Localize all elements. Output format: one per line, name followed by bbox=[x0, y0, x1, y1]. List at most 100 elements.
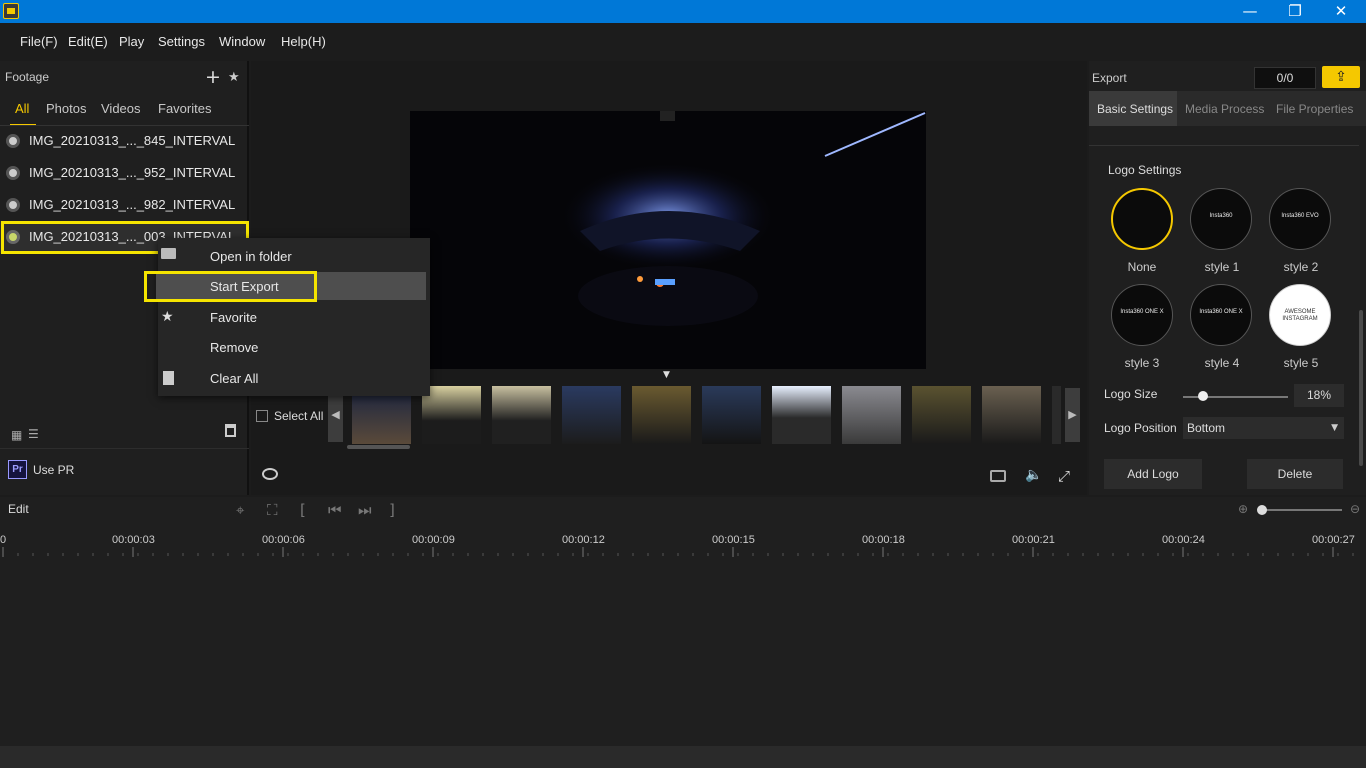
divider bbox=[1089, 145, 1359, 146]
file-row[interactable]: IMG_20210313_..._982_INTERVAL bbox=[0, 189, 249, 221]
highlight-box bbox=[144, 271, 317, 302]
tab-videos[interactable]: Videos bbox=[101, 101, 141, 116]
tick-label: 00:00:21 bbox=[1012, 534, 1055, 546]
focus-icon[interactable]: ⛶ bbox=[267, 501, 278, 519]
tab-file-properties[interactable]: File Properties bbox=[1276, 102, 1353, 116]
file-name: IMG_20210313_..._982_INTERVAL bbox=[29, 197, 236, 212]
add-logo-button[interactable]: Add Logo bbox=[1104, 459, 1202, 489]
thumbnail[interactable] bbox=[982, 386, 1041, 444]
export-title: Export bbox=[1092, 71, 1127, 85]
tab-media-process[interactable]: Media Process bbox=[1185, 102, 1264, 116]
logo-position-select[interactable]: Bottom ▼ bbox=[1183, 417, 1344, 439]
add-favorite-icon[interactable]: ★ bbox=[228, 70, 242, 85]
thumbnail[interactable] bbox=[842, 386, 901, 444]
planet-view-icon[interactable] bbox=[262, 468, 278, 480]
close-button[interactable]: ✕ bbox=[1318, 0, 1364, 23]
menu-help[interactable]: Help(H) bbox=[281, 34, 326, 49]
tab-photos[interactable]: Photos bbox=[46, 101, 86, 116]
volume-icon[interactable]: 🔈 bbox=[1025, 467, 1042, 483]
video-file-icon bbox=[6, 134, 20, 148]
zoom-slider-thumb[interactable] bbox=[1257, 505, 1267, 515]
zoom-in-icon[interactable]: ⊖ bbox=[1350, 502, 1360, 516]
thumb-prev-button[interactable]: ◀ bbox=[328, 388, 343, 442]
list-view-icon[interactable]: ☰ bbox=[28, 427, 39, 441]
zoom-slider[interactable] bbox=[1260, 509, 1342, 511]
thumb-next-button[interactable]: ▶ bbox=[1065, 388, 1080, 442]
use-pr-label[interactable]: Use PR bbox=[33, 463, 74, 477]
menu-item-clear-all[interactable]: Clear All bbox=[210, 371, 258, 386]
restore-button[interactable]: ❐ bbox=[1272, 0, 1318, 23]
thumbnail[interactable] bbox=[422, 386, 481, 444]
thumbnail[interactable] bbox=[772, 386, 831, 444]
thumbnail[interactable] bbox=[492, 386, 551, 444]
video-preview[interactable] bbox=[410, 111, 926, 369]
tab-basic-settings[interactable]: Basic Settings bbox=[1089, 91, 1177, 126]
logo-option-style1[interactable]: Insta360 bbox=[1190, 188, 1252, 250]
add-footage-icon[interactable]: + bbox=[205, 66, 221, 88]
file-name: IMG_20210313_..._952_INTERVAL bbox=[29, 165, 236, 180]
delete-logo-button[interactable]: Delete bbox=[1247, 459, 1343, 489]
logo-option-none[interactable] bbox=[1111, 188, 1173, 250]
logo-position-label: Logo Position bbox=[1104, 421, 1177, 435]
zoom-out-icon[interactable]: ⊕ bbox=[1238, 502, 1248, 516]
file-row[interactable]: IMG_20210313_..._952_INTERVAL bbox=[0, 157, 249, 189]
trim-end-icon[interactable]: ] bbox=[389, 501, 395, 519]
collapse-arrow-icon[interactable]: ▼ bbox=[663, 370, 670, 380]
menu-bar: File(F) Edit(E) Play Settings Window Hel… bbox=[0, 23, 1366, 61]
logo-label: style 2 bbox=[1283, 260, 1319, 274]
thumbnail[interactable] bbox=[702, 386, 761, 444]
app-logo-icon bbox=[3, 3, 19, 19]
trash-icon[interactable] bbox=[225, 424, 236, 437]
trash-icon bbox=[163, 371, 174, 385]
menu-item-favorite[interactable]: Favorite bbox=[210, 310, 257, 325]
panel-scrollbar[interactable] bbox=[1359, 310, 1363, 466]
trim-start-icon[interactable]: [ bbox=[300, 501, 306, 519]
logo-size-label: Logo Size bbox=[1104, 387, 1158, 401]
minimize-button[interactable]: — bbox=[1227, 0, 1273, 23]
logo-option-style3[interactable]: Insta360 ONE X bbox=[1111, 284, 1173, 346]
menu-window[interactable]: Window bbox=[219, 34, 265, 49]
logo-label: style 4 bbox=[1204, 356, 1240, 370]
logo-option-style4[interactable]: Insta360 ONE X bbox=[1190, 284, 1252, 346]
logo-option-style2[interactable]: Insta360 EVO bbox=[1269, 188, 1331, 250]
video-frame-image bbox=[410, 111, 926, 369]
thumbnail[interactable] bbox=[632, 386, 691, 444]
premiere-icon[interactable]: Pr bbox=[8, 460, 27, 479]
tab-favorites[interactable]: Favorites bbox=[158, 101, 211, 116]
logo-size-slider-thumb[interactable] bbox=[1197, 391, 1208, 401]
title-bar: — ❐ ✕ bbox=[0, 0, 1366, 23]
camera-icon[interactable] bbox=[990, 470, 1006, 482]
menu-item-open-folder[interactable]: Open in folder bbox=[210, 249, 292, 264]
logo-option-style5[interactable]: AWESOME INSTAGRAM bbox=[1269, 284, 1331, 346]
select-all-checkbox[interactable] bbox=[256, 410, 268, 422]
thumbnail[interactable] bbox=[562, 386, 621, 444]
tick-label: 00:00:18 bbox=[862, 534, 905, 546]
grid-view-icon[interactable]: ▦ bbox=[11, 428, 22, 442]
export-upload-button[interactable]: ⇪ bbox=[1322, 66, 1360, 88]
video-file-icon bbox=[6, 198, 20, 212]
file-row[interactable]: IMG_20210313_..._845_INTERVAL bbox=[0, 125, 249, 157]
menu-settings[interactable]: Settings bbox=[158, 34, 205, 49]
folder-icon bbox=[161, 248, 176, 259]
chevron-down-icon: ▼ bbox=[1331, 423, 1338, 433]
menu-item-remove[interactable]: Remove bbox=[210, 340, 258, 355]
menu-file[interactable]: File(F) bbox=[20, 34, 58, 49]
skip-back-icon[interactable]: ⏮ bbox=[328, 501, 342, 519]
tick-label: 00:00:15 bbox=[712, 534, 755, 546]
menu-edit[interactable]: Edit(E) bbox=[68, 34, 108, 49]
tick-label: 0 bbox=[0, 534, 7, 546]
tick-label: 00:00:09 bbox=[412, 534, 455, 546]
thumbnail[interactable] bbox=[1052, 386, 1061, 444]
fullscreen-icon[interactable]: ⤢ bbox=[1058, 467, 1070, 485]
logo-label: style 5 bbox=[1283, 356, 1319, 370]
thumbnail[interactable] bbox=[912, 386, 971, 444]
logo-size-value[interactable]: 18% bbox=[1294, 384, 1344, 407]
target-icon[interactable]: ⌖ bbox=[236, 501, 244, 519]
tab-all[interactable]: All bbox=[15, 101, 29, 116]
tick-label: 00:00:27 bbox=[1312, 534, 1355, 546]
file-name: IMG_20210313_..._845_INTERVAL bbox=[29, 133, 236, 148]
skip-forward-icon[interactable]: ⏭ bbox=[358, 501, 372, 519]
menu-play[interactable]: Play bbox=[119, 34, 144, 49]
select-all-label[interactable]: Select All bbox=[274, 409, 323, 423]
thumbnail-scrollbar[interactable] bbox=[347, 445, 410, 449]
